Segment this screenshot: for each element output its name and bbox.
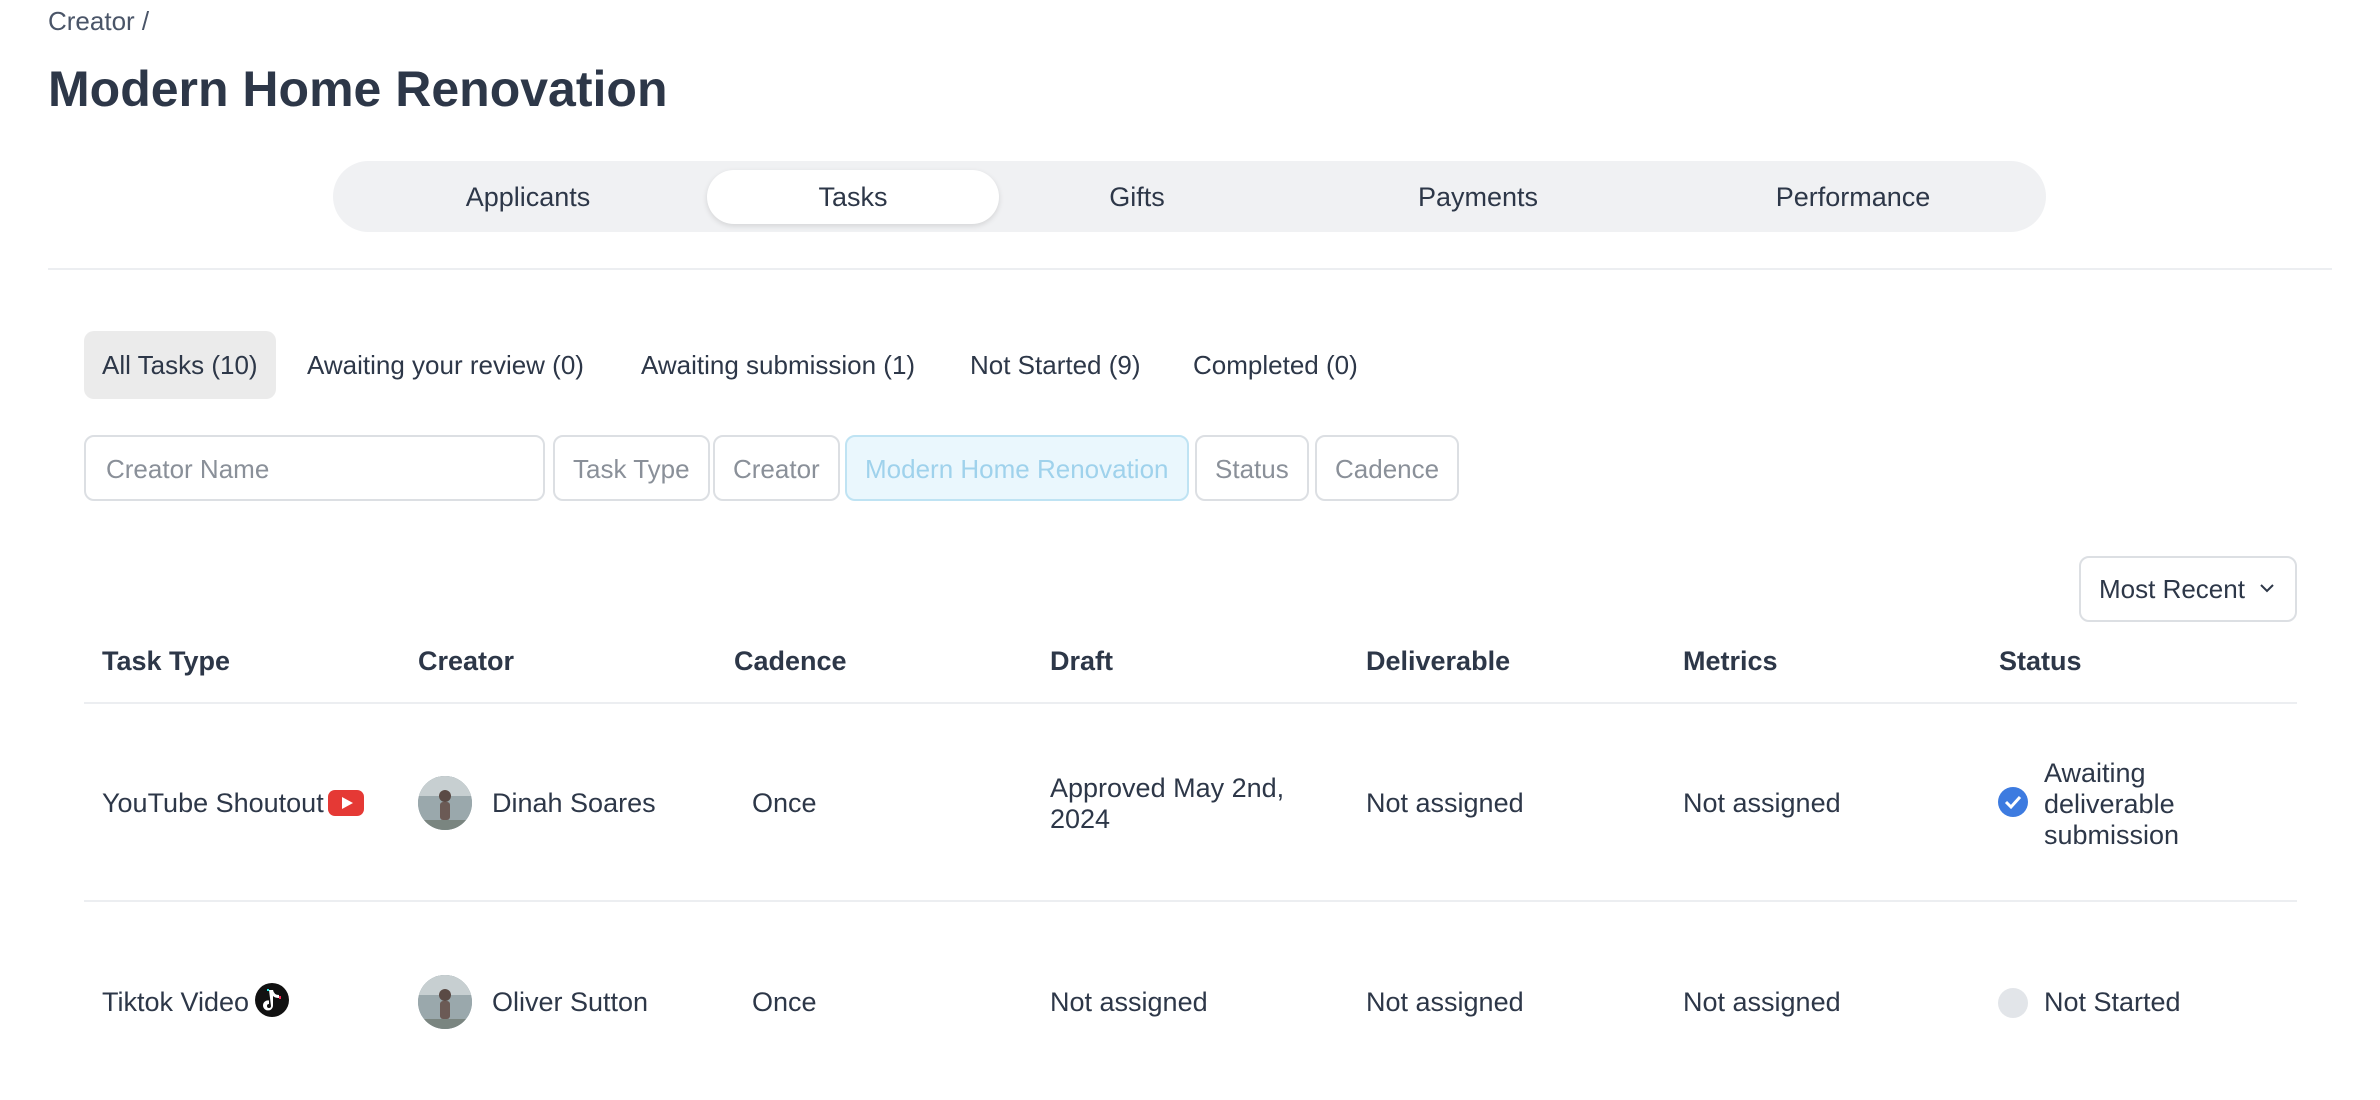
draft-line: 2024	[1050, 804, 1111, 834]
main-tab-bar: Applicants Tasks Gifts Payments Performa…	[333, 161, 2046, 232]
tiktok-icon	[255, 983, 289, 1017]
deliverable-cell: Not assigned	[1366, 788, 1524, 818]
status-line: Awaiting	[2044, 758, 2146, 788]
cadence-filter[interactable]: Cadence	[1315, 435, 1460, 501]
creator-name-cell[interactable]: Oliver Sutton	[492, 987, 648, 1018]
campaign-filter[interactable]: Modern Home Renovation	[845, 435, 1189, 501]
status-cell: Not Started	[2044, 987, 2181, 1017]
avatar	[418, 975, 472, 1029]
page-title: Modern Home Renovation	[48, 61, 668, 117]
subtab-awaiting-submission[interactable]: Awaiting submission (1)	[623, 331, 933, 399]
breadcrumb[interactable]: Creator /	[48, 6, 149, 37]
metrics-cell: Not assigned	[1683, 987, 1841, 1017]
creator-name-input[interactable]: Creator Name	[84, 435, 545, 501]
header-divider	[48, 268, 2332, 270]
creator-photo-icon	[418, 776, 472, 830]
header-deliverable: Deliverable	[1366, 646, 1511, 676]
status-line: deliverable	[2044, 789, 2175, 819]
subtab-awaiting-review[interactable]: Awaiting your review (0)	[289, 331, 602, 399]
metrics-cell: Not assigned	[1683, 788, 1841, 818]
check-circle-icon	[1998, 787, 2028, 817]
creator-filter[interactable]: Creator	[713, 435, 840, 501]
task-type-cell: Tiktok Video	[102, 987, 250, 1017]
subtab-all-tasks[interactable]: All Tasks (10)	[84, 331, 276, 399]
status-line: submission	[2044, 820, 2180, 850]
task-type-filter[interactable]: Task Type	[553, 435, 710, 501]
creator-photo-icon	[418, 975, 472, 1029]
youtube-icon	[328, 790, 364, 816]
deliverable-cell: Not assigned	[1366, 987, 1524, 1017]
sort-label: Most Recent	[2099, 574, 2245, 604]
tab-applicants[interactable]: Applicants	[393, 170, 663, 224]
tab-payments[interactable]: Payments	[1333, 170, 1623, 224]
tab-tasks[interactable]: Tasks	[707, 170, 999, 224]
header-metrics: Metrics	[1683, 646, 1778, 676]
header-cadence: Cadence	[734, 646, 847, 676]
task-type-cell: YouTube Shoutout	[102, 788, 324, 818]
header-creator: Creator	[418, 646, 515, 676]
header-draft: Draft	[1050, 646, 1114, 676]
header-divider-line	[84, 702, 2297, 704]
subtab-not-started[interactable]: Not Started (9)	[952, 331, 1159, 399]
draft-cell: Approved May 2nd, 2024	[1050, 773, 1284, 835]
creator-name-cell[interactable]: Dinah Soares	[492, 788, 656, 819]
status-cell: Awaiting deliverable submission	[2044, 758, 2179, 851]
header-task-type: Task Type	[102, 646, 231, 676]
row-divider-line	[84, 900, 2297, 902]
draft-cell: Not assigned	[1050, 987, 1208, 1017]
cadence-cell: Once	[752, 788, 817, 818]
sort-dropdown[interactable]: Most Recent	[2079, 556, 2297, 622]
header-status: Status	[1999, 646, 2082, 676]
tab-performance[interactable]: Performance	[1693, 170, 2013, 224]
chevron-down-icon	[2260, 584, 2274, 593]
cadence-cell: Once	[752, 987, 817, 1017]
draft-line: Approved May 2nd,	[1050, 773, 1285, 803]
avatar	[418, 776, 472, 830]
subtab-completed[interactable]: Completed (0)	[1175, 331, 1376, 399]
empty-circle-icon	[1998, 988, 2028, 1018]
status-filter[interactable]: Status	[1195, 435, 1309, 501]
tab-gifts[interactable]: Gifts	[1033, 170, 1241, 224]
